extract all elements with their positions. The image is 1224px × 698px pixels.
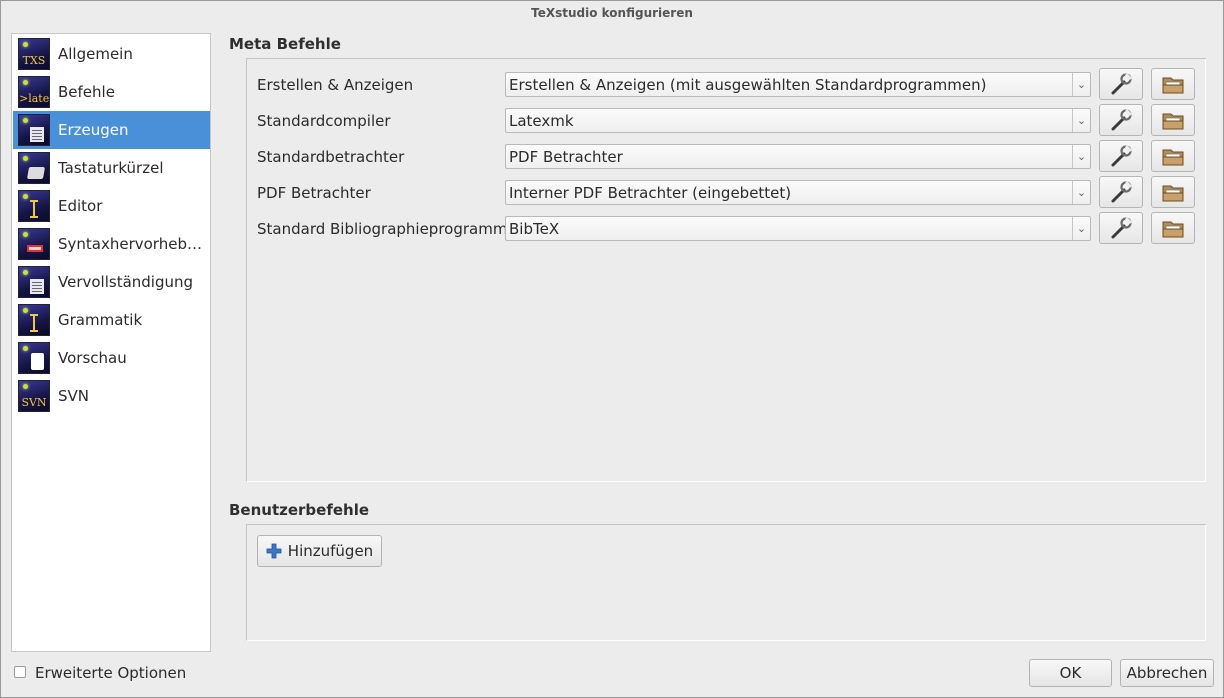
chevron-down-icon: ⌄ — [1072, 109, 1090, 132]
sidebar-item-label: SVN — [58, 387, 90, 405]
chevron-down-icon: ⌄ — [1072, 145, 1090, 168]
add-command-label: Hinzufügen — [287, 542, 374, 560]
txs-icon: TXS — [18, 38, 50, 70]
compiler-select[interactable]: Latexmk ⌄ — [505, 108, 1091, 133]
combo-value: Erstellen & Anzeigen (mit ausgewählten S… — [509, 75, 987, 94]
latex-icon-glyph: >latex — [19, 92, 50, 105]
folder-icon — [1162, 185, 1184, 202]
sidebar-item-label: Grammatik — [58, 311, 143, 329]
text-cursor-icon — [18, 190, 50, 222]
txs-icon-glyph: TXS — [22, 54, 46, 67]
sidebar-item-editor[interactable]: Editor — [13, 187, 210, 225]
build-view-select[interactable]: Erstellen & Anzeigen (mit ausgewählten S… — [505, 72, 1091, 97]
configure-button[interactable] — [1099, 176, 1143, 208]
chevron-down-icon: ⌄ — [1072, 73, 1090, 96]
meta-row-build-view: Erstellen & Anzeigen Erstellen & Anzeige… — [247, 68, 1207, 100]
user-commands-group: Hinzufügen — [246, 524, 1206, 641]
sidebar-item-vervollstaendigung[interactable]: Vervollständigung — [13, 263, 210, 301]
browse-button[interactable] — [1151, 68, 1195, 100]
pdf-viewer-select[interactable]: Interner PDF Betrachter (eingebettet) ⌄ — [505, 180, 1091, 205]
wrench-icon — [1111, 108, 1133, 131]
svn-icon-glyph: SVN — [21, 396, 47, 409]
sidebar-item-erzeugen[interactable]: Erzeugen — [13, 111, 210, 149]
combo-value: BibTeX — [509, 219, 560, 238]
wrench-icon — [1111, 216, 1133, 239]
sidebar-item-syntaxhervorhebung[interactable]: Syntaxhervorheb… — [13, 225, 210, 263]
browse-button[interactable] — [1151, 212, 1195, 244]
sidebar-item-svn[interactable]: SVN SVN — [13, 377, 210, 415]
plus-icon — [266, 543, 282, 559]
configure-button[interactable] — [1099, 104, 1143, 136]
advanced-options-label: Erweiterte Optionen — [35, 664, 187, 682]
meta-row-label: Standardbetrachter — [257, 148, 405, 166]
sidebar-item-label: Vorschau — [58, 349, 127, 367]
folder-icon — [1162, 113, 1184, 130]
completion-icon — [18, 266, 50, 298]
chevron-down-icon: ⌄ — [1072, 181, 1090, 204]
sidebar-item-label: Erzeugen — [58, 121, 129, 139]
ok-button-label: OK — [1059, 664, 1082, 682]
meta-row-pdf-viewer: PDF Betrachter Interner PDF Betrachter (… — [247, 176, 1207, 208]
configure-button[interactable] — [1099, 140, 1143, 172]
meta-row-compiler: Standardcompiler Latexmk ⌄ — [247, 104, 1207, 136]
sidebar-item-tastaturkuerzel[interactable]: Tastaturkürzel — [13, 149, 210, 187]
sidebar-item-label: Befehle — [58, 83, 115, 101]
sidebar-item-befehle[interactable]: >latex Befehle — [13, 73, 210, 111]
meta-row-label: Standard Bibliographieprogramm — [257, 220, 508, 238]
user-commands-title: Benutzerbefehle — [229, 501, 370, 519]
meta-row-label: Standardcompiler — [257, 112, 391, 130]
combo-value: Latexmk — [509, 111, 574, 130]
config-dialog: TeXstudio konfigurieren TXS Allgemein >l… — [0, 0, 1224, 698]
wrench-icon — [1111, 144, 1133, 167]
add-command-button[interactable]: Hinzufügen — [257, 535, 382, 567]
ok-button[interactable]: OK — [1029, 659, 1112, 687]
browse-button[interactable] — [1151, 104, 1195, 136]
sidebar-item-label: Vervollständigung — [58, 273, 194, 291]
combo-value: PDF Betrachter — [509, 147, 623, 166]
svn-icon: SVN — [18, 380, 50, 412]
meta-row-label: Erstellen & Anzeigen — [257, 76, 414, 94]
configure-button[interactable] — [1099, 68, 1143, 100]
advanced-options-checkbox[interactable] — [14, 666, 26, 678]
viewer-select[interactable]: PDF Betrachter ⌄ — [505, 144, 1091, 169]
sidebar-item-allgemein[interactable]: TXS Allgemein — [13, 35, 210, 73]
build-icon — [18, 114, 50, 146]
meta-commands-title: Meta Befehle — [229, 35, 341, 53]
cancel-button-label: Abbrechen — [1126, 664, 1208, 682]
meta-row-label: PDF Betrachter — [257, 184, 371, 202]
sidebar-item-label: Editor — [58, 197, 103, 215]
combo-value: Interner PDF Betrachter (eingebettet) — [509, 183, 792, 202]
sidebar: TXS Allgemein >latex Befehle Erzeugen Ta… — [11, 33, 211, 652]
wrench-icon — [1111, 180, 1133, 203]
meta-row-viewer: Standardbetrachter PDF Betrachter ⌄ — [247, 140, 1207, 172]
folder-icon — [1162, 221, 1184, 238]
browse-button[interactable] — [1151, 176, 1195, 208]
wrench-icon — [1111, 72, 1133, 95]
meta-commands-group: Erstellen & Anzeigen Erstellen & Anzeige… — [246, 58, 1206, 482]
keyboard-icon — [18, 152, 50, 184]
folder-icon — [1162, 149, 1184, 166]
sidebar-item-label: Syntaxhervorheb… — [58, 235, 202, 253]
cancel-button[interactable]: Abbrechen — [1120, 659, 1214, 687]
bibliography-select[interactable]: BibTeX ⌄ — [505, 216, 1091, 241]
preview-icon — [18, 342, 50, 374]
sidebar-item-grammatik[interactable]: Grammatik — [13, 301, 210, 339]
browse-button[interactable] — [1151, 140, 1195, 172]
configure-button[interactable] — [1099, 212, 1143, 244]
grammar-icon — [18, 304, 50, 336]
chevron-down-icon: ⌄ — [1072, 217, 1090, 240]
folder-icon — [1162, 77, 1184, 94]
highlight-icon — [18, 228, 50, 260]
window-title: TeXstudio konfigurieren — [1, 1, 1223, 25]
meta-row-bibliography: Standard Bibliographieprogramm BibTeX ⌄ — [247, 212, 1207, 244]
sidebar-item-label: Tastaturkürzel — [58, 159, 164, 177]
sidebar-item-vorschau[interactable]: Vorschau — [13, 339, 210, 377]
sidebar-item-label: Allgemein — [58, 45, 133, 63]
latex-icon: >latex — [18, 76, 50, 108]
